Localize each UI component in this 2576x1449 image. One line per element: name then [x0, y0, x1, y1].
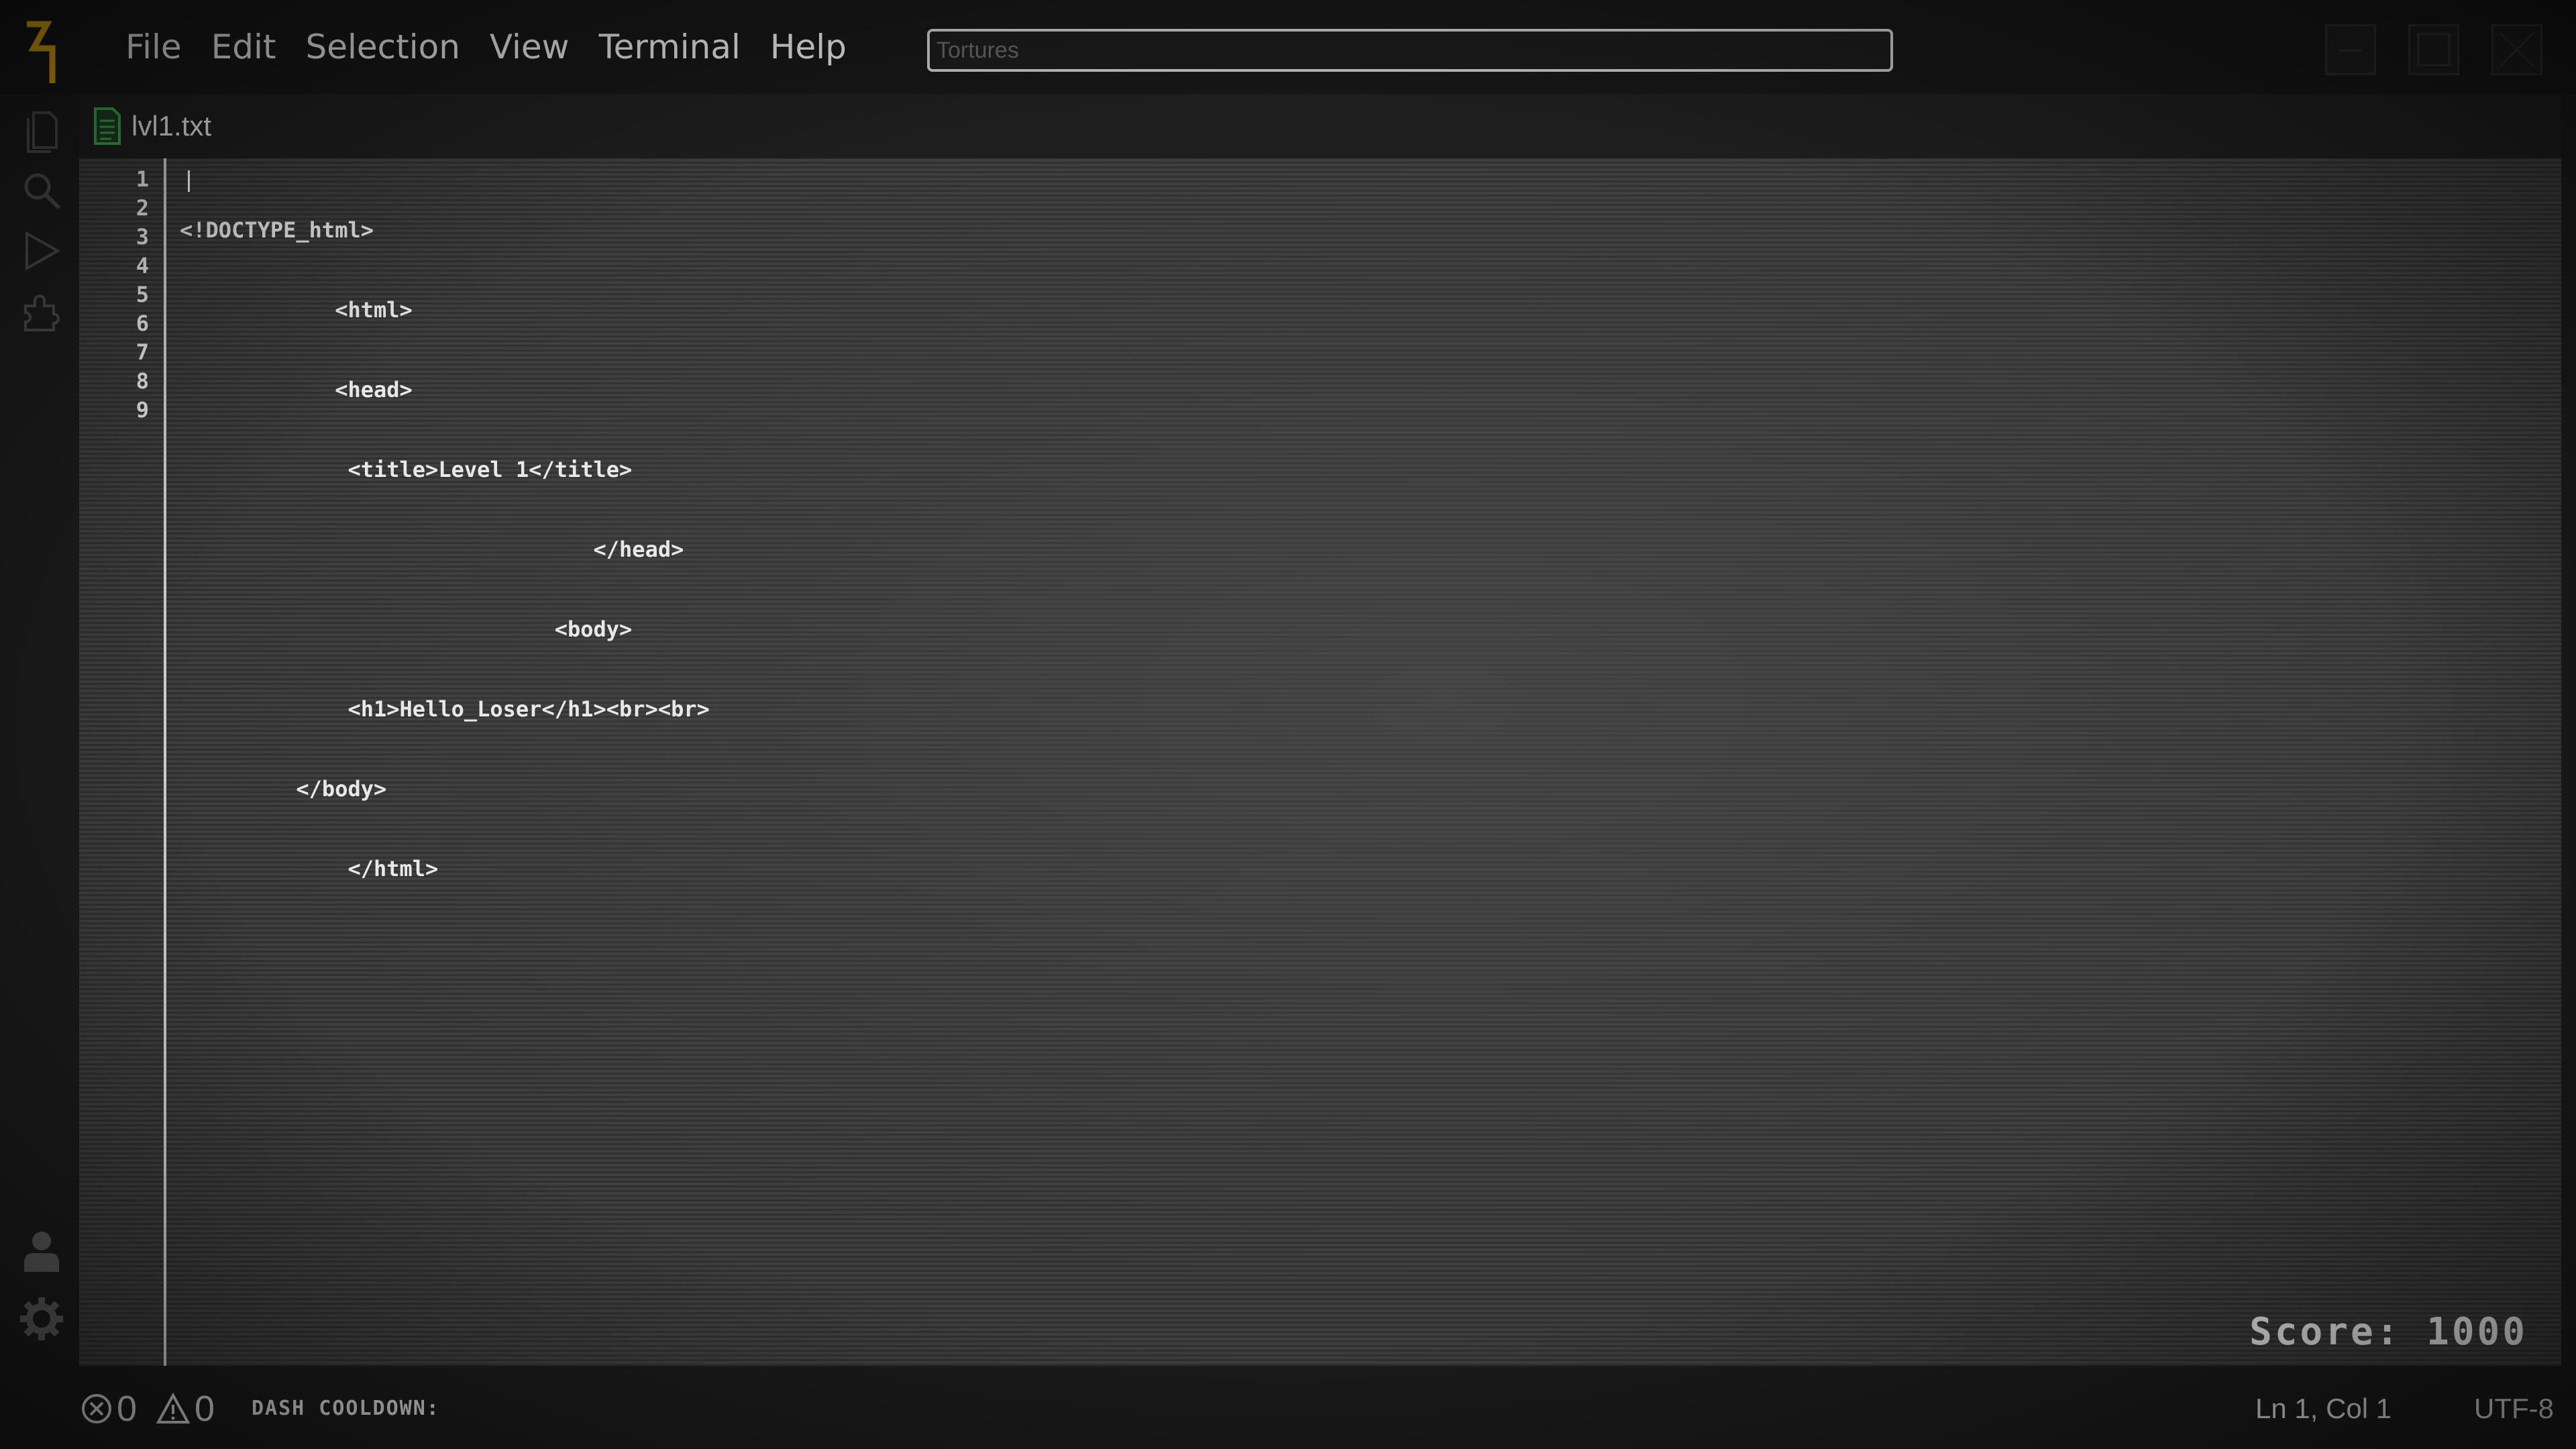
code-line[interactable]: </body>	[180, 775, 710, 804]
line-number: 3	[136, 224, 149, 250]
menu-view[interactable]: View	[475, 20, 584, 74]
code-line[interactable]: <title>Level 1</title>	[180, 455, 710, 484]
gutter-divider	[164, 158, 166, 1366]
code-line[interactable]: <html>	[180, 296, 710, 325]
account-icon[interactable]	[19, 1228, 64, 1273]
line-number: 1	[136, 166, 149, 192]
line-number: 8	[136, 368, 149, 394]
dash-cooldown-label: DASH COOLDOWN:	[252, 1397, 440, 1420]
line-number-gutter: 1 2 3 4 5 6 7 8 9	[79, 165, 149, 425]
line-number: 6	[136, 311, 149, 336]
cursor-position[interactable]: Ln 1, Col 1	[2255, 1389, 2392, 1429]
line-number: 4	[136, 253, 149, 278]
app-logo-icon	[27, 21, 56, 83]
code-line[interactable]: </html>	[180, 855, 710, 883]
menu-help[interactable]: Help	[755, 20, 861, 74]
code-editor[interactable]: 1 2 3 4 5 6 7 8 9 <!DOCTYPE_html> <html>…	[79, 158, 2561, 1366]
code-line[interactable]: </head>	[180, 535, 710, 564]
line-number: 9	[136, 397, 149, 423]
error-count-value: 0	[117, 1389, 138, 1429]
text-file-icon	[94, 107, 121, 145]
tab-lvl1[interactable]: lvl1.txt	[93, 101, 211, 152]
activity-bar	[0, 94, 79, 1368]
extensions-icon[interactable]	[19, 288, 64, 334]
status-bar: 0 0 DASH COOLDOWN: Ln 1, Col 1 UTF-8	[0, 1368, 2576, 1449]
tab-strip: lvl1.txt	[79, 94, 2561, 158]
code-line[interactable]: <!DOCTYPE_html>	[180, 216, 710, 245]
search-icon[interactable]	[19, 168, 64, 213]
warning-count[interactable]: 0	[156, 1389, 215, 1429]
file-encoding[interactable]: UTF-8	[2474, 1389, 2554, 1429]
menu-terminal[interactable]: Terminal	[584, 20, 755, 74]
code-area[interactable]: <!DOCTYPE_html> <html> <head> <title>Lev…	[180, 165, 710, 934]
menu-selection[interactable]: Selection	[291, 20, 475, 74]
error-circle-icon	[82, 1394, 111, 1424]
close-icon	[2499, 32, 2535, 68]
menu-edit[interactable]: Edit	[197, 20, 291, 74]
text-cursor	[188, 170, 190, 192]
line-number: 7	[136, 339, 149, 365]
maximize-button[interactable]	[2408, 24, 2459, 75]
code-line[interactable]: <head>	[180, 376, 710, 405]
line-number: 5	[136, 282, 149, 307]
line-number: 2	[136, 195, 149, 221]
error-count[interactable]: 0	[80, 1389, 137, 1429]
settings-gear-icon[interactable]	[19, 1296, 64, 1342]
maximize-icon	[2417, 33, 2451, 66]
menu-file[interactable]: File	[111, 20, 197, 74]
title-bar: File Edit Selection View Terminal Help	[0, 0, 2576, 94]
tab-filename: lvl1.txt	[131, 110, 212, 142]
run-icon[interactable]	[19, 228, 64, 274]
menu-bar: File Edit Selection View Terminal Help	[111, 20, 861, 74]
warning-triangle-icon	[156, 1393, 191, 1424]
warning-count-value: 0	[195, 1389, 215, 1429]
explorer-icon[interactable]	[19, 107, 64, 153]
minimize-icon	[2339, 49, 2362, 52]
close-button[interactable]	[2491, 24, 2542, 75]
code-line[interactable]: <body>	[180, 615, 710, 644]
minimize-button[interactable]	[2325, 24, 2376, 75]
code-line[interactable]: <h1>Hello_Loser</h1><br><br>	[180, 695, 709, 724]
game-window: File Edit Selection View Terminal Help T…	[0, 0, 2576, 1449]
score-display: Score: 1000	[2249, 1310, 2528, 1354]
search-input[interactable]	[927, 29, 1893, 72]
